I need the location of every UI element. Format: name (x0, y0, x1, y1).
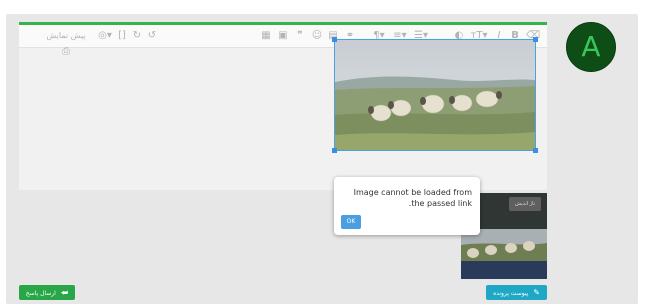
emoji-button[interactable]: ☺ (311, 28, 323, 44)
table-button[interactable]: ▦ (260, 28, 272, 44)
table-icon: ▦ (261, 30, 271, 41)
error-dialog: Image cannot be loaded from the passed l… (334, 177, 480, 235)
ok-button[interactable]: OK (341, 215, 361, 229)
error-message: Image cannot be loaded from the passed l… (353, 188, 472, 208)
code-view-button[interactable]: [] (116, 28, 128, 44)
undo-button[interactable]: ↺ (146, 28, 158, 44)
camera-button[interactable]: ◎▾ (97, 28, 113, 44)
resize-handle-bottom-left[interactable] (332, 148, 337, 153)
undo-icon: ↺ (147, 30, 157, 41)
avatar-letter: A (581, 30, 601, 63)
attach-file-button[interactable]: پیوست پرونده ✎ (486, 285, 547, 300)
image-icon: ▣ (278, 30, 288, 41)
inserted-image[interactable] (332, 37, 538, 153)
sheep-image (335, 40, 535, 150)
paperclip-icon: ✎ (533, 288, 540, 297)
preview-label: پیش نمایش (46, 31, 86, 40)
image-button[interactable]: ▣ (277, 28, 289, 44)
avatar: A (566, 22, 616, 72)
send-reply-label: ارسال پاسخ (25, 290, 56, 297)
camera-icon: ◎▾ (98, 30, 112, 41)
attachment-badge: تاژ اندیش (509, 197, 541, 211)
preview-button[interactable]: پیش نمایش ⎙ (43, 28, 89, 57)
send-reply-button[interactable]: ارسال پاسخ ⮨ (19, 285, 75, 300)
resize-handle-bottom-right[interactable] (533, 148, 538, 153)
resize-handle-top-left[interactable] (332, 37, 337, 42)
redo-icon: ↻ (132, 30, 142, 41)
quote-button[interactable]: ❞ (294, 28, 306, 44)
quote-icon: ❞ (297, 30, 303, 41)
reply-icon: ⮨ (60, 288, 69, 297)
emoji-icon: ☺ (311, 30, 323, 41)
redo-button[interactable]: ↻ (131, 28, 143, 44)
preview-icon: ⎙ (62, 46, 70, 57)
resize-handle-top-right[interactable] (533, 37, 538, 42)
code-icon: [] (118, 30, 126, 41)
attach-file-label: پیوست پرونده (493, 290, 529, 297)
